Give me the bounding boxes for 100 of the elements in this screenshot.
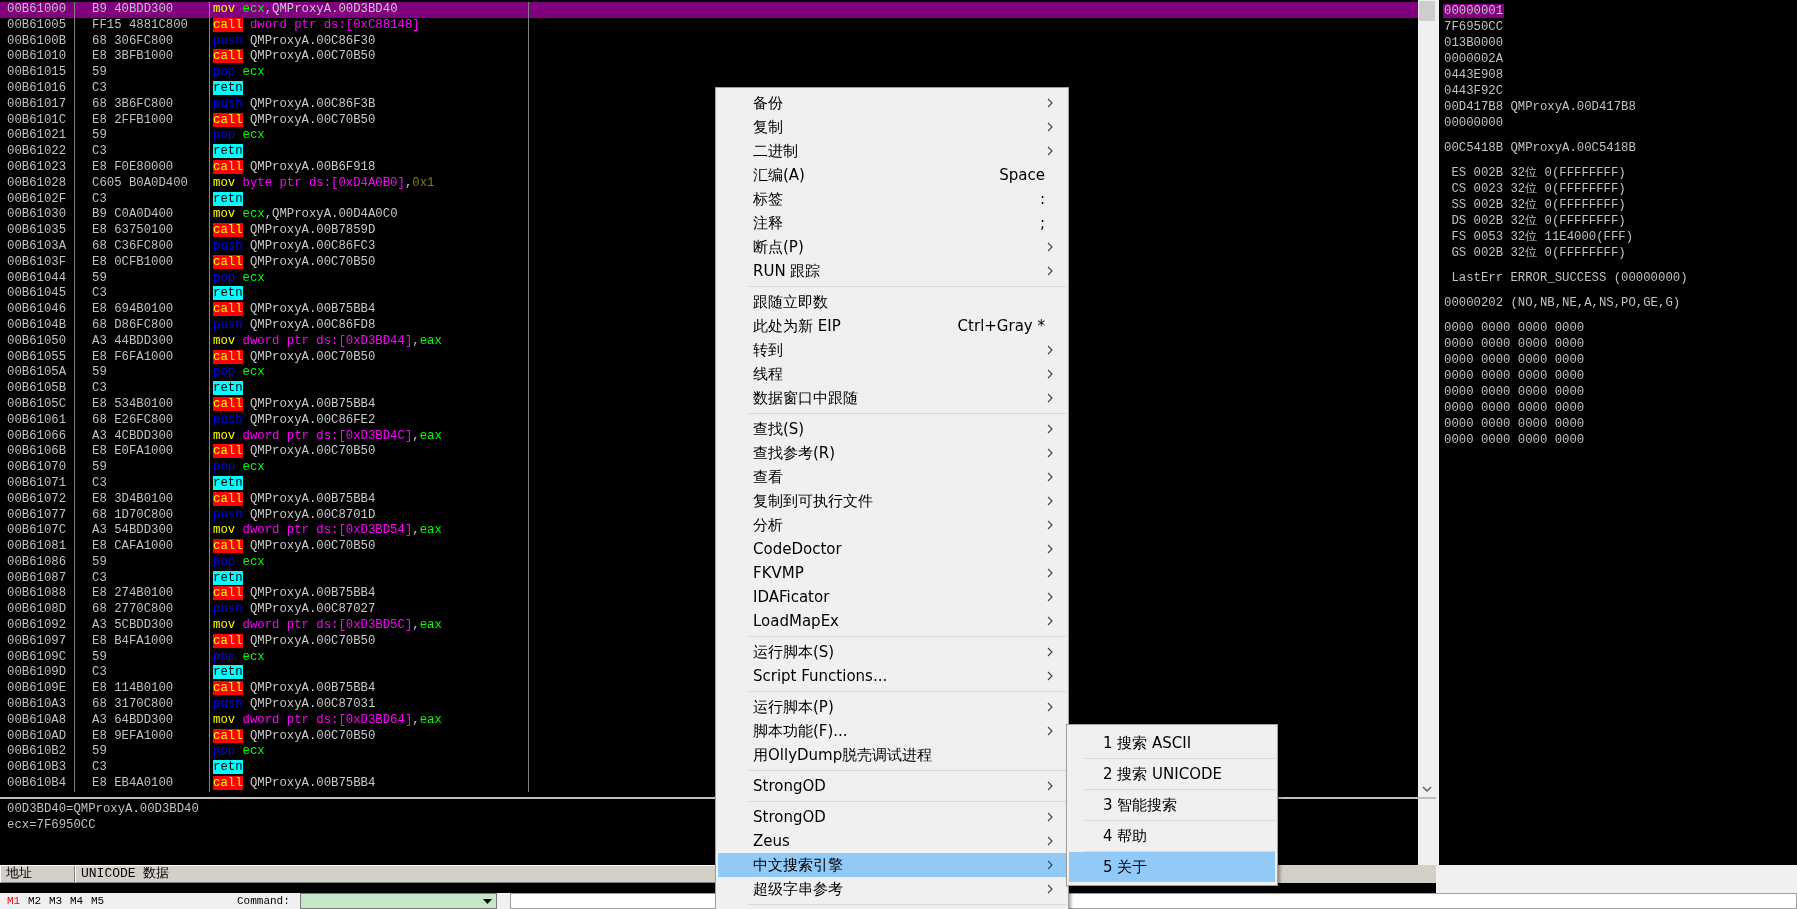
chevron-icon [1047,836,1053,846]
operand: QMProxyA.00C70B50 [249,112,376,127]
memory-tab[interactable]: M1 [7,894,21,908]
register-value[interactable]: 0000 0000 0000 0000 [1443,417,1586,431]
operand: ecx [242,128,265,143]
operand: QMProxyA.00C86F3B [249,96,376,111]
register-value[interactable]: 0000 0000 0000 0000 [1443,385,1586,399]
scrollbar[interactable] [1418,0,1436,797]
hex-cell: C3 [92,570,107,585]
register-value[interactable]: 0000 0000 0000 0000 [1443,401,1586,415]
register-value[interactable]: FS 0053 32位 11E4000(FFF) [1443,230,1635,244]
mnemonic: push [213,238,243,253]
hex-cell: C3 [92,760,107,775]
address-cell: 00B6105C [7,396,67,411]
code-row[interactable]: 00B61000 B9 40BDD300 mov ecx,QMProxyA.00D3BD40 [0,2,1418,18]
operand: QMProxyA.00C86FD8 [249,317,376,332]
hex-cell: 68 C36FC800 [92,238,174,253]
register-value[interactable]: DS 002B 32位 0(FFFFFFFF) [1443,214,1627,228]
register-value[interactable]: 0443F92C [1443,84,1505,98]
chevron-icon [1047,671,1053,681]
operand: QMProxyA.00B6F918 [249,159,376,174]
chevron-icon [1047,122,1053,132]
chevron-icon [1047,424,1053,434]
chevron-icon [1047,781,1053,791]
menu-item[interactable]: 中文搜索引擎 [718,853,1066,877]
register-value[interactable]: 0443E908 [1443,68,1505,82]
command-label: Command: [237,895,290,907]
register-value[interactable]: 0000 0000 0000 0000 [1443,369,1586,383]
register-value[interactable]: 0000 0000 0000 0000 [1443,353,1586,367]
hex-cell: A3 54BDD300 [92,523,174,538]
chevron-icon [1047,98,1053,108]
register-value[interactable]: 0000 0000 0000 0000 [1443,321,1586,335]
register-value[interactable]: 0000 0000 0000 0000 [1443,337,1586,351]
hex-cell: E8 3D4B0100 [92,491,174,506]
hex-cell: C3 [92,475,107,490]
hex-cell: C3 [92,81,107,95]
memory-tab[interactable]: M5 [91,894,105,908]
mnemonic: pop [213,649,236,664]
register-value[interactable]: LastErr ERROR_SUCCESS (00000000) [1443,271,1689,285]
register-value[interactable]: GS 002B 32位 0(FFFFFFFF) [1443,246,1627,260]
register-value[interactable]: 0000002A [1443,52,1505,66]
command-combobox[interactable] [299,893,497,909]
address-cell: 00B61017 [7,96,67,111]
memory-tab[interactable]: M2 [28,894,42,908]
address-cell: 00B61050 [7,333,67,348]
register-value[interactable]: ES 002B 32位 0(FFFFFFFF) [1443,166,1627,180]
memory-tab[interactable]: M3 [49,894,63,908]
operand: QMProxyA.00B75BB4 [249,586,376,601]
hex-cell: E8 B4FA1000 [92,633,174,648]
mnemonic: push [213,33,243,48]
address-cell: 00B61097 [7,633,67,648]
register-value[interactable]: SS 002B 32位 0(FFFFFFFF) [1443,198,1627,212]
hex-cell: E8 9EFA1000 [92,728,174,743]
register-value[interactable]: 7F6950CC [1443,20,1505,34]
address-cell: 00B61077 [7,507,67,522]
hex-cell: 68 2770C800 [92,602,174,617]
address-cell: 00B6101C [7,112,67,127]
chevron-icon [1047,726,1053,736]
hex-cell: 68 306FC800 [92,33,174,48]
mnemonic: pop [213,128,236,143]
register-value[interactable]: 00C5418B QMProxyA.00C5418B [1443,141,1637,155]
operand: dword ptr ds:[0xD3BD54],eax [242,523,442,538]
register-value[interactable]: CS 0023 32位 0(FFFFFFFF) [1443,182,1627,196]
address-cell: 00B61088 [7,586,67,601]
address-cell: 00B6106B [7,444,67,459]
register-value[interactable]: 00000202 (NO,NB,NE,A,NS,PO,GE,G) [1443,296,1682,310]
operand: QMProxyA.00C8701D [249,507,376,522]
menu-item[interactable]: StrongOD [718,805,1066,829]
hex-cell: E8 534B0100 [92,396,174,411]
address-cell: 00B61061 [7,412,67,427]
address-cell: 00B61022 [7,144,67,159]
menu-item[interactable]: 3 智能搜索 [1069,790,1275,820]
menu-item[interactable]: Zeus [718,829,1066,853]
address-cell: 00B61005 [7,17,67,32]
scroll-thumb[interactable] [1419,1,1435,21]
hex-cell: A3 5CBDD300 [92,618,174,633]
operand: QMProxyA.00C86F30 [249,33,376,48]
menu-item[interactable]: 5 关于 [1069,852,1275,882]
register-value[interactable]: 00000001 [1443,4,1505,18]
hex-cell: 68 E26FC800 [92,412,174,427]
hex-cell: C3 [92,665,107,680]
memory-tab[interactable]: M4 [70,894,84,908]
operand: dword ptr ds:[0xC88148] [249,17,420,32]
address-cell: 00B6109E [7,681,67,696]
register-value[interactable]: 013B0000 [1443,36,1505,50]
register-value[interactable]: 00000000 [1443,116,1505,130]
register-value[interactable]: 0000 0000 0000 0000 [1443,433,1586,447]
dropdown-arrow-icon [482,898,492,904]
scroll-down-icon[interactable] [1422,785,1432,793]
operand: byte ptr ds:[0xD4A0B0],0x1 [242,175,435,190]
menu-item[interactable]: 4 帮助 [1069,821,1275,851]
chevron-icon [1047,369,1053,379]
hex-cell: E8 EB4A0100 [92,776,174,791]
register-value[interactable]: 00D417B8 QMProxyA.00D417B8 [1443,100,1637,114]
mnemonic: pop [213,65,236,80]
mnemonic: pop [213,744,236,759]
mnemonic: retn [213,286,243,301]
chevron-icon [1047,448,1053,458]
mnemonic: call [213,49,243,64]
column-header[interactable]: 地址 [0,865,75,883]
